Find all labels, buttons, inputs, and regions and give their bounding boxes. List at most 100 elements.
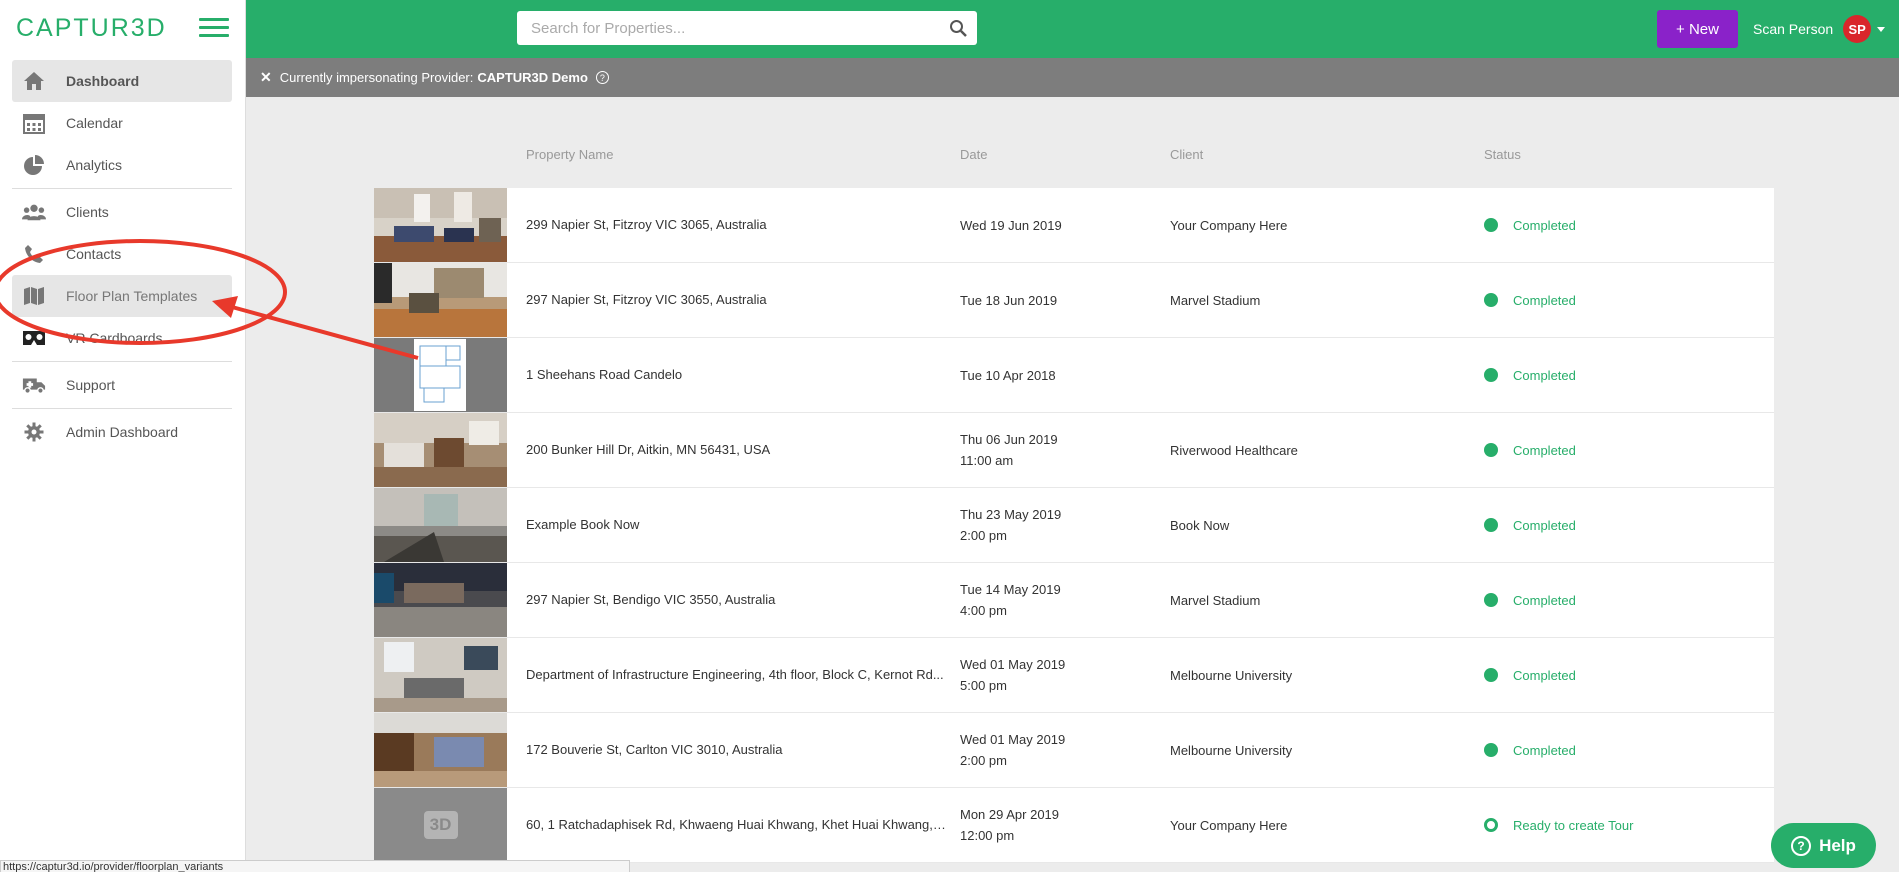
- new-button[interactable]: + New: [1657, 10, 1738, 48]
- sidebar-item-admin-dashboard[interactable]: Admin Dashboard: [12, 411, 232, 453]
- property-thumbnail: [374, 188, 507, 262]
- date: Thu 06 Jun 2019: [960, 432, 1058, 447]
- date-cell: Tue 10 Apr 2018: [960, 338, 1140, 412]
- status-cell: Completed: [1484, 413, 1734, 487]
- table-row[interactable]: 297 Napier St, Bendigo VIC 3550, Austral…: [374, 563, 1774, 638]
- column-header-property-name[interactable]: Property Name: [526, 147, 613, 162]
- search-icon[interactable]: [949, 19, 967, 42]
- status-cell: Completed: [1484, 263, 1734, 337]
- status-cell: Completed: [1484, 488, 1734, 562]
- users-icon: [22, 201, 46, 223]
- hamburger-menu-icon[interactable]: [199, 18, 229, 38]
- chevron-down-icon: [1877, 26, 1886, 32]
- help-button[interactable]: ? Help: [1771, 823, 1876, 868]
- placeholder-thumbnail: 3D: [374, 788, 507, 862]
- date-cell: Thu 06 Jun 2019 11:00 am: [960, 413, 1140, 487]
- sidebar-item-label: VR Cardboards: [66, 330, 163, 346]
- date-cell: Thu 23 May 2019 2:00 pm: [960, 488, 1140, 562]
- property-name[interactable]: 297 Napier St, Fitzroy VIC 3065, Austral…: [526, 263, 946, 337]
- search-input[interactable]: [517, 11, 977, 45]
- table-row[interactable]: 172 Bouverie St, Carlton VIC 3010, Austr…: [374, 713, 1774, 788]
- impersonation-bar: ✕ Currently impersonating Provider: CAPT…: [246, 58, 1899, 97]
- sidebar-item-calendar[interactable]: Calendar: [12, 102, 232, 144]
- client-cell: Riverwood Healthcare: [1170, 442, 1298, 458]
- status-cell: Ready to create Tour: [1484, 788, 1734, 862]
- status-cell: Completed: [1484, 563, 1734, 637]
- status-cell: Completed: [1484, 713, 1734, 787]
- home-icon: [22, 70, 46, 92]
- column-header-date[interactable]: Date: [960, 147, 987, 162]
- status-badge: Completed: [1513, 742, 1576, 758]
- client-cell: Marvel Stadium: [1170, 592, 1261, 608]
- status-dot-icon: [1484, 743, 1498, 757]
- time: 12:00 pm: [960, 828, 1015, 843]
- property-name[interactable]: Example Book Now: [526, 488, 946, 562]
- divider: [12, 408, 232, 409]
- property-thumbnail: [374, 713, 507, 787]
- sidebar-item-analytics[interactable]: Analytics: [12, 144, 232, 186]
- help-circle-icon[interactable]: ?: [595, 71, 609, 84]
- table-row[interactable]: 299 Napier St, Fitzroy VIC 3065, Austral…: [374, 188, 1774, 263]
- table-row[interactable]: 200 Bunker Hill Dr, Aitkin, MN 56431, US…: [374, 413, 1774, 488]
- sidebar-item-support[interactable]: Support: [12, 364, 232, 406]
- property-name[interactable]: 299 Napier St, Fitzroy VIC 3065, Austral…: [526, 188, 946, 262]
- sidebar-item-label: Calendar: [66, 115, 123, 131]
- status-dot-icon: [1484, 518, 1498, 532]
- property-name[interactable]: Department of Infrastructure Engineering…: [526, 638, 946, 712]
- status-dot-icon: [1484, 668, 1498, 682]
- search-box: [517, 11, 977, 45]
- user-menu[interactable]: Scan Person SP: [1753, 14, 1886, 44]
- date: Thu 23 May 2019: [960, 507, 1062, 522]
- client-cell: Your Company Here: [1170, 817, 1288, 833]
- status-dot-icon: [1484, 368, 1498, 382]
- floor-plan-thumbnail: [374, 338, 507, 412]
- top-bar: + New Scan Person SP: [246, 0, 1899, 58]
- phone-icon: [22, 243, 46, 265]
- sidebar-item-label: Support: [66, 377, 116, 393]
- property-name[interactable]: 297 Napier St, Bendigo VIC 3550, Austral…: [526, 563, 946, 637]
- property-name[interactable]: 200 Bunker Hill Dr, Aitkin, MN 56431, US…: [526, 413, 946, 487]
- property-name[interactable]: 172 Bouverie St, Carlton VIC 3010, Austr…: [526, 713, 946, 787]
- property-thumbnail: [374, 263, 507, 337]
- status-cell: Completed: [1484, 338, 1734, 412]
- app-logo[interactable]: CAPTUR3D: [16, 14, 167, 43]
- date: Wed 01 May 2019: [960, 657, 1066, 672]
- pie-chart-icon: [22, 154, 46, 176]
- table-row[interactable]: 3D 60, 1 Ratchadaphisek Rd, Khwaeng Huai…: [374, 788, 1774, 863]
- sidebar-item-vr-cardboards[interactable]: VR Cardboards: [12, 317, 232, 359]
- close-icon[interactable]: ✕: [260, 69, 272, 86]
- status-dot-icon: [1484, 593, 1498, 607]
- client-cell: Melbourne University: [1170, 742, 1293, 758]
- map-icon: [22, 285, 46, 307]
- table-row[interactable]: Example Book Now Thu 23 May 2019 2:00 pm …: [374, 488, 1774, 563]
- sidebar-item-clients[interactable]: Clients: [12, 191, 232, 233]
- table-row[interactable]: Department of Infrastructure Engineering…: [374, 638, 1774, 713]
- sidebar-item-label: Floor Plan Templates: [66, 288, 198, 304]
- sidebar-item-contacts[interactable]: Contacts: [12, 233, 232, 275]
- table-row[interactable]: 297 Napier St, Fitzroy VIC 3065, Austral…: [374, 263, 1774, 338]
- property-list: 299 Napier St, Fitzroy VIC 3065, Austral…: [374, 188, 1774, 863]
- property-thumbnail: [374, 563, 507, 637]
- time: 4:00 pm: [960, 603, 1007, 618]
- ambulance-icon: [22, 374, 46, 396]
- camera-3d-icon: 3D: [423, 811, 458, 839]
- client-cell: Your Company Here: [1170, 217, 1288, 233]
- status-badge: Completed: [1513, 367, 1576, 383]
- date-cell: Wed 19 Jun 2019: [960, 188, 1140, 262]
- column-header-client[interactable]: Client: [1170, 147, 1203, 162]
- property-thumbnail: [374, 488, 507, 562]
- date: Tue 10 Apr 2018: [960, 367, 1056, 383]
- sidebar-item-floor-plan-templates[interactable]: Floor Plan Templates: [12, 275, 232, 317]
- sidebar-item-label: Analytics: [66, 157, 123, 173]
- status-badge: Completed: [1513, 517, 1576, 533]
- status-badge: Completed: [1513, 667, 1576, 683]
- sidebar-item-dashboard[interactable]: Dashboard: [12, 60, 232, 102]
- property-name[interactable]: 1 Sheehans Road Candelo: [526, 338, 946, 412]
- property-name[interactable]: 60, 1 Ratchadaphisek Rd, Khwaeng Huai Kh…: [526, 788, 946, 862]
- sidebar-nav: Dashboard Calendar Analytics Clients Con…: [12, 60, 232, 453]
- client-cell: Book Now: [1170, 517, 1230, 533]
- status-badge: Completed: [1513, 442, 1576, 458]
- table-row[interactable]: 1 Sheehans Road Candelo Tue 10 Apr 2018 …: [374, 338, 1774, 413]
- date-cell: Wed 01 May 2019 5:00 pm: [960, 638, 1140, 712]
- column-header-status[interactable]: Status: [1484, 147, 1521, 162]
